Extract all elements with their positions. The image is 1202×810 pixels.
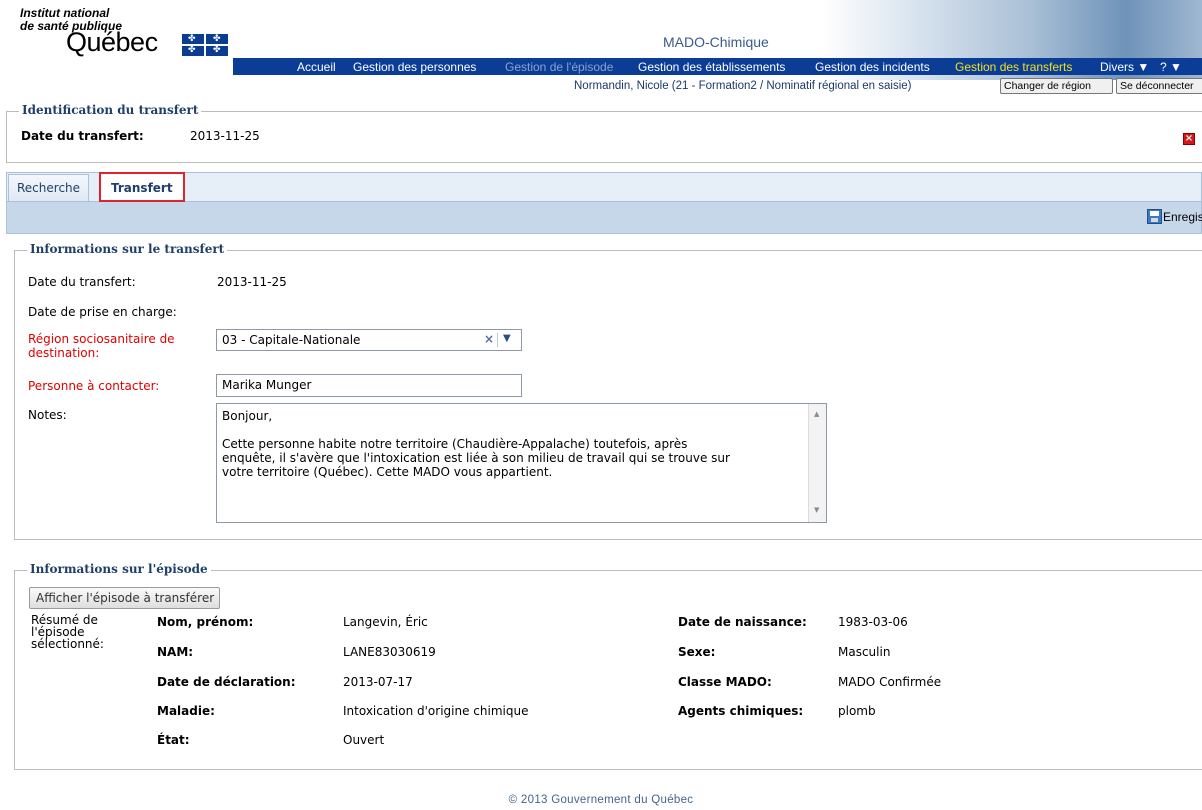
nav-divers-menu[interactable]: Divers ▼ — [1100, 61, 1149, 74]
birthdate-label: Date de naissance: — [678, 615, 807, 629]
user-info: Normandin, Nicole (21 - Formation2 / Nom… — [574, 80, 912, 92]
scroll-down-icon[interactable]: ▼ — [814, 506, 819, 514]
scroll-up-icon[interactable]: ▲ — [814, 410, 819, 418]
sex-value: Masculin — [838, 645, 891, 659]
birthdate-value: 1983-03-06 — [838, 615, 908, 629]
transfer-identification-legend: Identification du transfert — [19, 103, 202, 117]
transfer-date-value: 2013-11-25 — [217, 275, 287, 289]
identification-date-label: Date du transfert: — [21, 129, 144, 143]
region-select[interactable]: 03 - Capitale-Nationale — [216, 329, 522, 351]
logout-button[interactable]: Se déconnecter — [1116, 78, 1202, 94]
contact-label: Personne à contacter: — [28, 379, 160, 393]
tab-bar — [6, 172, 1202, 202]
state-label: État: — [157, 733, 190, 747]
nav-gestion-etablissements[interactable]: Gestion des établissements — [638, 61, 785, 74]
show-episode-button[interactable]: Afficher l'épisode à transférer — [29, 587, 220, 609]
org-name-line1: Institut national — [20, 6, 110, 20]
tab-recherche[interactable]: Recherche — [8, 174, 90, 201]
footer-copyright: © 2013 Gouvernement du Québec — [508, 794, 694, 806]
summary-label-line3: sélectionné: — [31, 637, 104, 651]
chevron-down-icon[interactable]: ▼ — [503, 333, 511, 344]
notes-textarea[interactable]: Bonjour, Cette personne habite notre ter… — [216, 403, 827, 523]
combo-separator — [497, 333, 498, 347]
chemical-agents-value: plomb — [838, 704, 876, 718]
name-value: Langevin, Éric — [343, 615, 428, 629]
identification-date-value: 2013-11-25 — [190, 129, 260, 143]
name-label: Nom, prénom: — [157, 615, 254, 629]
chemical-agents-label: Agents chimiques: — [678, 704, 804, 718]
change-region-button[interactable]: Changer de région — [1000, 78, 1113, 94]
quebec-logo-text: Québec — [66, 27, 158, 57]
form-toolbar — [6, 202, 1202, 234]
save-button[interactable]: Enregistrer — [1163, 210, 1202, 224]
contact-input[interactable]: Marika Munger — [216, 374, 522, 397]
mado-class-label: Classe MADO: — [678, 675, 772, 689]
state-value: Ouvert — [343, 733, 385, 747]
nav-help-menu[interactable]: ? ▼ — [1160, 61, 1182, 74]
declaration-date-value: 2013-07-17 — [343, 675, 413, 689]
tab-transfert[interactable]: Transfert — [99, 172, 185, 202]
disease-value: Intoxication d'origine chimique — [343, 704, 529, 718]
episode-info-legend: Informations sur l'épisode — [27, 562, 211, 576]
close-icon[interactable]: × — [1183, 133, 1195, 145]
transfer-info-legend: Informations sur le transfert — [27, 242, 228, 256]
quebec-flag-icon: ✤ ✤ ✤ ✤ — [182, 34, 228, 56]
region-select-value: 03 - Capitale-Nationale — [222, 333, 361, 347]
nav-gestion-episode[interactable]: Gestion de l'épisode — [505, 61, 613, 74]
notes-label: Notes: — [28, 408, 67, 422]
nam-label: NAM: — [157, 645, 194, 659]
takeover-date-label: Date de prise en charge: — [28, 305, 177, 319]
nav-gestion-incidents[interactable]: Gestion des incidents — [815, 61, 930, 74]
notes-scrollbar[interactable]: ▲ ▼ — [808, 404, 826, 522]
region-label-line2: destination: — [28, 346, 100, 360]
nav-gestion-transferts[interactable]: Gestion des transferts — [955, 61, 1072, 74]
transfer-identification-section — [6, 111, 1202, 163]
disease-label: Maladie: — [157, 704, 215, 718]
app-title: MADO-Chimique — [663, 34, 769, 50]
contact-input-value: Marika Munger — [222, 378, 312, 392]
clear-icon[interactable]: × — [484, 332, 494, 346]
transfer-date-label: Date du transfert: — [28, 275, 136, 289]
sex-label: Sexe: — [678, 645, 716, 659]
mado-class-value: MADO Confirmée — [838, 675, 942, 689]
declaration-date-label: Date de déclaration: — [157, 675, 296, 689]
nav-gestion-personnes[interactable]: Gestion des personnes — [353, 61, 476, 74]
region-label-line1: Région sociosanitaire de — [28, 332, 175, 346]
nam-value: LANE83030619 — [343, 645, 436, 659]
save-icon[interactable] — [1147, 209, 1162, 224]
nav-accueil[interactable]: Accueil — [297, 61, 336, 74]
